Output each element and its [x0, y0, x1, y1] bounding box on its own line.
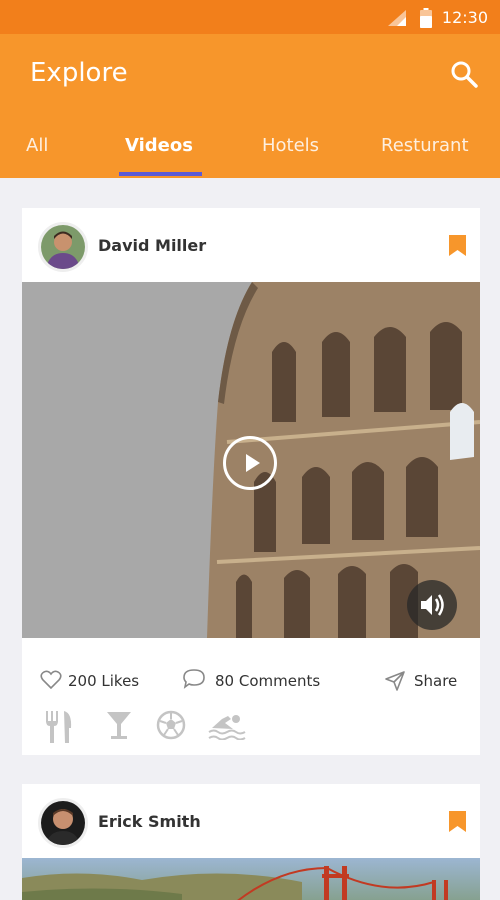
page-title: Explore [30, 58, 128, 88]
tab-videos[interactable]: Videos [125, 135, 193, 156]
tab-bar: All Videos Hotels Resturant [0, 130, 500, 178]
golden-gate-image [22, 866, 448, 900]
play-button[interactable] [223, 436, 277, 490]
app-bar: Explore All Videos Hotels Resturant [0, 34, 500, 178]
video-player[interactable] [22, 282, 480, 638]
post-card: David Miller 200 Likes 80 Comments Share [22, 208, 480, 755]
search-icon [451, 61, 478, 88]
avatar[interactable] [38, 222, 88, 272]
volume-button[interactable] [407, 580, 457, 630]
comments-count: 80 Comments [215, 672, 321, 690]
tab-indicator [119, 172, 202, 176]
volume-icon [421, 594, 444, 616]
author-name[interactable]: Erick Smith [98, 812, 201, 831]
share-label: Share [414, 672, 458, 690]
restaurant-icon[interactable] [44, 710, 74, 744]
category-icons [22, 710, 480, 750]
bookmark-icon[interactable] [449, 235, 466, 256]
swimming-icon[interactable] [208, 710, 246, 740]
avatar-photo [41, 225, 85, 269]
post-card: Erick Smith [22, 784, 480, 900]
tab-resturant[interactable]: Resturant [381, 135, 469, 156]
share-icon [385, 671, 405, 691]
status-bar: 12:30 [0, 0, 500, 34]
post-image[interactable] [22, 858, 480, 900]
heart-icon [40, 670, 62, 690]
signal-icon [388, 10, 406, 26]
bookmark-icon[interactable] [449, 811, 466, 832]
search-button[interactable] [450, 60, 480, 90]
battery-icon [420, 8, 432, 28]
avatar[interactable] [38, 798, 88, 848]
tab-hotels[interactable]: Hotels [262, 135, 319, 156]
likes-count: 200 Likes [68, 672, 140, 690]
post-actions: 200 Likes 80 Comments Share [22, 664, 480, 698]
bar-icon[interactable] [106, 710, 132, 740]
status-time: 12:30 [441, 8, 488, 27]
author-name[interactable]: David Miller [98, 236, 206, 255]
avatar-photo [41, 801, 85, 845]
comment-icon [183, 669, 205, 689]
tab-all[interactable]: All [26, 135, 48, 156]
sports-icon[interactable] [156, 710, 186, 740]
